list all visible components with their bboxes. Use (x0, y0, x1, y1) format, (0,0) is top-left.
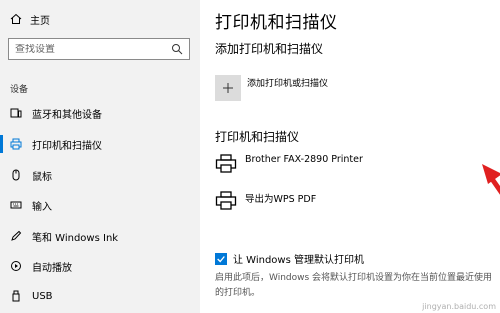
keyboard-icon (10, 199, 22, 211)
red-arrow-annotation (482, 164, 500, 195)
sidebar-item-label: 打印机和扫描仪 (32, 140, 102, 152)
sidebar: 主页 设备 蓝牙和其他设备 打印机和扫描仪 鼠标 输入 (0, 0, 200, 313)
sidebar-item-autoplay[interactable]: 自动播放 (0, 253, 200, 279)
usb-icon (10, 290, 22, 302)
printer-name: 导出为WPS PDF (245, 194, 317, 205)
home-label: 主页 (30, 15, 50, 27)
pen-icon (10, 230, 22, 242)
search-settings-box[interactable] (8, 38, 190, 60)
watermark-text: jingyan.baidu.com (422, 302, 496, 311)
active-indicator (0, 135, 3, 153)
plus-icon (222, 82, 234, 94)
search-icon[interactable] (171, 43, 183, 55)
printer-name: Brother FAX-2890 Printer (245, 153, 363, 165)
search-input[interactable] (15, 43, 171, 55)
sidebar-item-typing[interactable]: 输入 (0, 192, 200, 218)
add-printer-label[interactable]: 添加打印机或扫描仪 (247, 76, 328, 89)
default-printer-description: 启用此项后，Windows 会将默认打印机设置为你在当前位置最近使用的打印机。 (215, 273, 493, 298)
mouse-icon (10, 169, 22, 181)
sidebar-item-label: 蓝牙和其他设备 (32, 109, 102, 121)
sidebar-item-printers[interactable]: 打印机和扫描仪 (0, 131, 200, 157)
sidebar-item-bluetooth[interactable]: 蓝牙和其他设备 (0, 100, 200, 126)
bluetooth-device-icon (10, 107, 22, 119)
sidebar-item-label: 鼠标 (32, 171, 52, 183)
default-printer-checkbox-row[interactable]: 让 Windows 管理默认打印机 (215, 251, 364, 266)
devices-section-label: 设备 (10, 85, 29, 95)
home-icon (10, 13, 22, 25)
printer-device-icon (215, 154, 237, 174)
add-section-title: 添加打印机和扫描仪 (215, 42, 324, 56)
sidebar-item-label: USB (32, 290, 53, 302)
sidebar-item-pen[interactable]: 笔和 Windows Ink (0, 223, 200, 249)
page-title: 打印机和扫描仪 (215, 13, 338, 33)
sidebar-item-label: 笔和 Windows Ink (32, 232, 119, 244)
printer-item-wps-pdf[interactable]: 导出为WPS PDF (215, 187, 316, 215)
sidebar-item-label: 输入 (32, 201, 52, 213)
printer-icon (10, 138, 22, 150)
default-printer-checkbox[interactable] (215, 252, 227, 265)
sidebar-item-mouse[interactable]: 鼠标 (0, 162, 200, 188)
add-printer-button[interactable] (215, 75, 241, 101)
sidebar-item-label: 自动播放 (32, 262, 72, 274)
printers-heading: 打印机和扫描仪 (215, 130, 300, 144)
default-printer-checkbox-label: 让 Windows 管理默认打印机 (233, 255, 364, 266)
printer-item-brother[interactable]: Brother FAX-2890 Printer (215, 150, 363, 178)
home-nav-item[interactable]: 主页 (10, 10, 50, 28)
autoplay-icon (10, 260, 22, 272)
main-content: 打印机和扫描仪 添加打印机和扫描仪 添加打印机或扫描仪 打印机和扫描仪 Brot… (200, 0, 500, 313)
sidebar-item-usb[interactable]: USB (0, 283, 200, 309)
printer-device-icon (215, 191, 237, 211)
